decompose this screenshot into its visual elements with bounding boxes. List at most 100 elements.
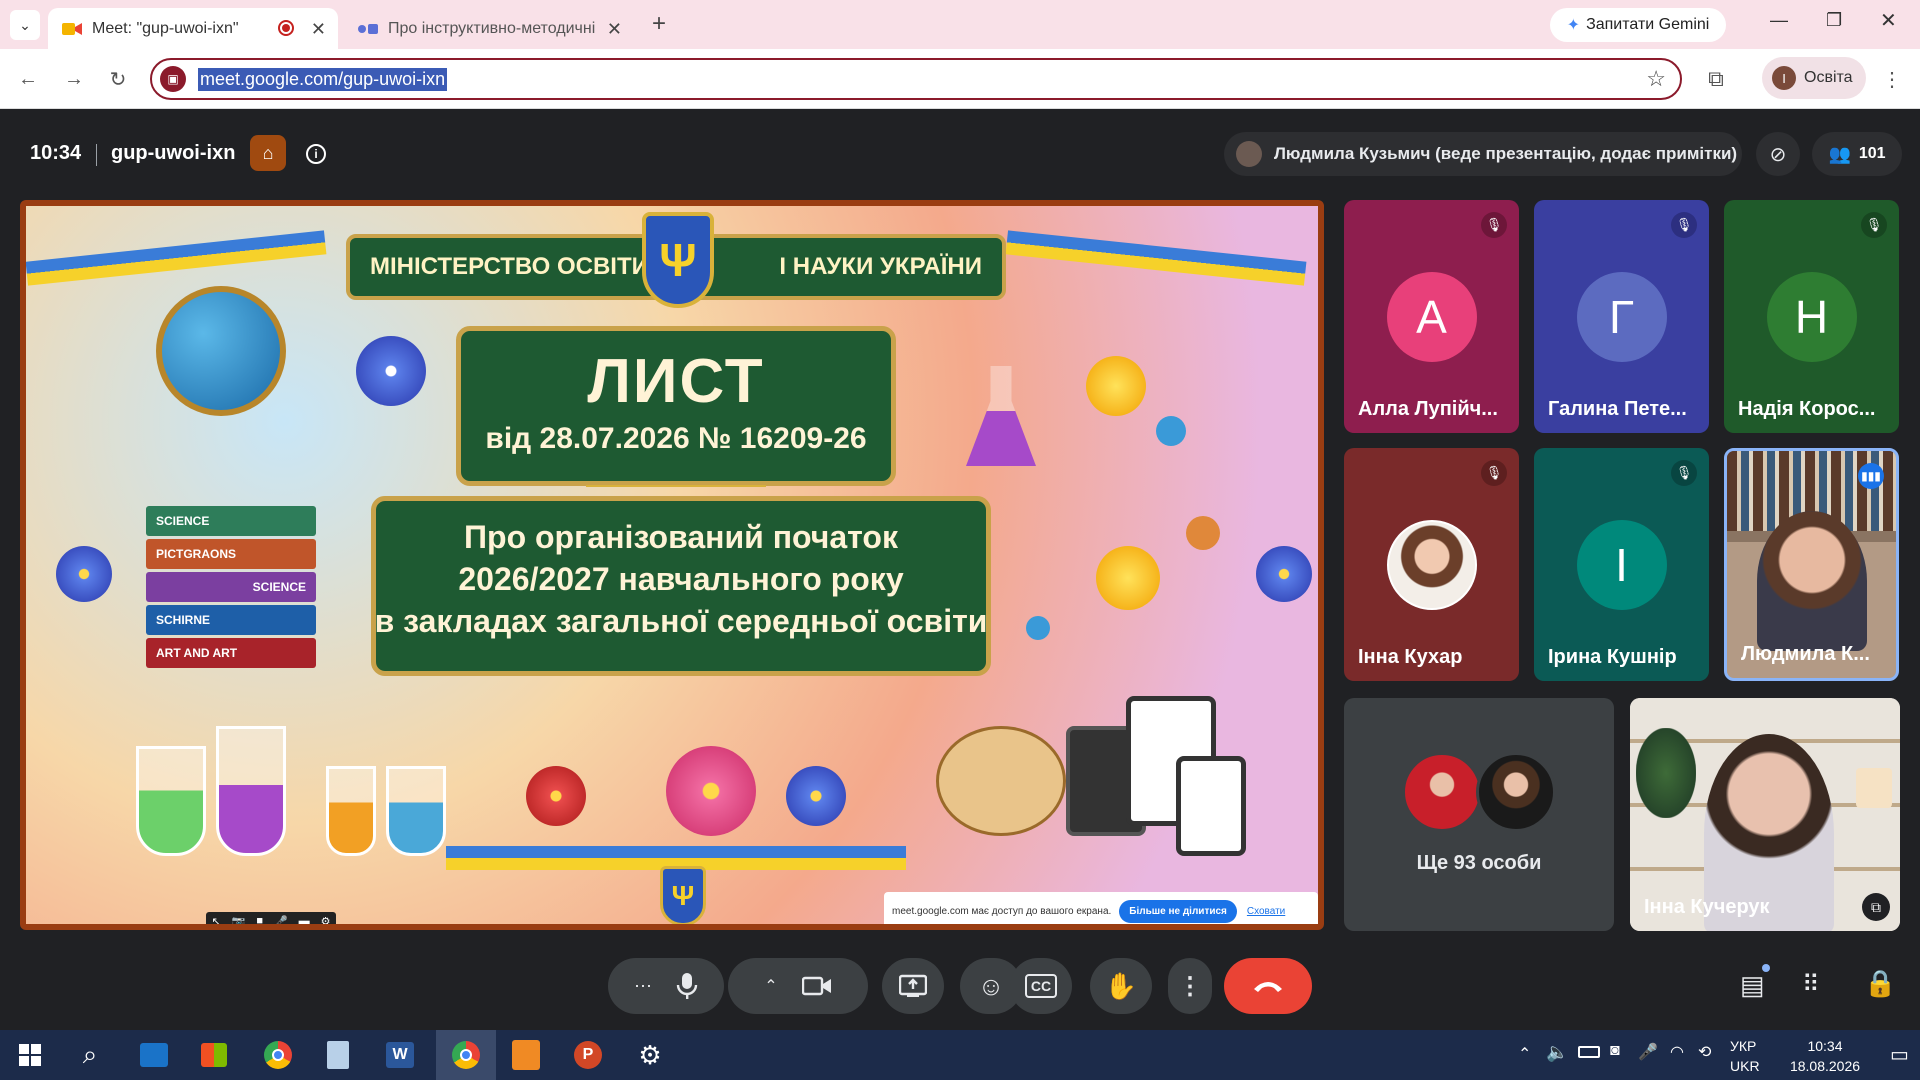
banner-text: meet.google.com має доступ до вашого екр…	[892, 905, 1112, 917]
avatar	[1476, 752, 1556, 832]
notepad-icon[interactable]	[312, 1030, 364, 1080]
tab-meet[interactable]: Meet: "gup-uwoi-ixn" ✕	[48, 8, 338, 49]
camera-icon[interactable]: 📷	[232, 915, 246, 925]
chat-icon[interactable]: ▤	[1740, 970, 1765, 1001]
reload-icon[interactable]: ↻	[104, 65, 132, 93]
stop-presentation-icon[interactable]: ⊘	[1756, 132, 1800, 176]
close-tab-icon[interactable]: ✕	[607, 19, 622, 40]
participant-name: Алла Лупійч...	[1358, 398, 1498, 420]
stop-sharing-button[interactable]: Більше не ділитися	[1119, 899, 1237, 923]
flower-icon	[786, 766, 846, 826]
participant-tile[interactable]: 🎙 А Алла Лупійч...	[1344, 200, 1519, 433]
tab-instructions[interactable]: Про інструктивно-методичні р ✕	[344, 8, 634, 49]
more-options-button[interactable]: ⋮	[1168, 958, 1212, 1014]
avatar: І	[1576, 519, 1667, 610]
outlook-icon[interactable]	[128, 1030, 180, 1080]
presenter-chip[interactable]: Людмила Кузьмич (веде презентацію, додає…	[1224, 132, 1742, 176]
participant-tile[interactable]: 🎙 Г Галина Пете...	[1534, 200, 1709, 433]
site-info-icon[interactable]: ▣	[160, 66, 186, 92]
slide-subtitle: від 28.07.2026 № 16209-26	[485, 422, 867, 455]
avatar: Н	[1766, 271, 1857, 362]
volume-icon[interactable]: 🔈	[1546, 1042, 1568, 1063]
pdf-app-icon[interactable]	[500, 1030, 552, 1080]
activities-icon[interactable]: ⠿	[1802, 970, 1820, 999]
participant-tile[interactable]: 🎙 Інна Кухар	[1344, 448, 1519, 681]
more-participants-tile[interactable]: Ще 93 особи	[1344, 698, 1614, 931]
url-text[interactable]: meet.google.com/gup-uwoi-ixn	[198, 68, 448, 91]
flower-icon	[1256, 546, 1312, 602]
host-controls-lock-icon[interactable]: 🔒	[1864, 968, 1896, 999]
present-screen-button[interactable]	[882, 958, 944, 1014]
search-icon[interactable]: ⌕	[64, 1030, 116, 1080]
bookmark-star-icon[interactable]: ☆	[1646, 66, 1666, 92]
pointer-icon[interactable]: ↖	[211, 915, 220, 925]
browser-tab-bar: ⌄ Meet: "gup-uwoi-ixn" ✕ Про інструктивн…	[0, 0, 1920, 49]
extensions-icon[interactable]: ⧉	[1702, 65, 1730, 93]
recording-icon	[278, 20, 294, 36]
chevron-up-icon[interactable]: ⌃	[764, 976, 777, 996]
close-window-icon[interactable]: ✕	[1880, 8, 1897, 33]
book-label: PICTGRAONS	[146, 539, 316, 569]
mic-icon[interactable]: 🎤	[274, 915, 288, 925]
clock[interactable]: 10:34 18.08.2026	[1770, 1036, 1880, 1076]
forward-icon[interactable]: →	[60, 65, 88, 93]
participant-tile[interactable]: 🎙 Н Надія Корос...	[1724, 200, 1899, 433]
powerpoint-icon[interactable]: P	[562, 1030, 614, 1080]
restore-icon[interactable]: ❐	[1826, 10, 1842, 31]
pip-icon[interactable]: ⧉	[1862, 893, 1890, 921]
minimize-icon[interactable]: —	[1770, 10, 1788, 31]
chrome-icon[interactable]	[252, 1030, 304, 1080]
language-bottom: UKR	[1730, 1058, 1760, 1074]
more-audio-options-icon[interactable]: ⋯	[634, 976, 652, 997]
hide-link[interactable]: Сховати	[1247, 906, 1285, 917]
menu-kebab-icon[interactable]: ⋮	[1878, 65, 1906, 93]
battery-icon[interactable]	[1578, 1046, 1600, 1058]
tab-search-icon[interactable]: ⌄	[10, 10, 40, 40]
hang-up-icon	[1254, 982, 1282, 992]
settings-icon[interactable]: ⚙	[321, 915, 331, 925]
profile-button[interactable]: I Освіта	[1762, 57, 1866, 99]
planet-icon	[1026, 616, 1050, 640]
participant-tile[interactable]: 🎙 І Ірина Кушнір	[1534, 448, 1709, 681]
chrome-active-icon[interactable]	[436, 1030, 496, 1080]
flower-icon	[356, 336, 426, 406]
palette-icon	[936, 726, 1066, 836]
leave-call-button[interactable]	[1224, 958, 1312, 1014]
notifications-icon[interactable]: ▭	[1890, 1042, 1909, 1067]
store-icon[interactable]	[188, 1030, 240, 1080]
video-icon[interactable]: ■	[256, 915, 263, 924]
gemini-button[interactable]: ✦ Запитати Gemini	[1550, 8, 1726, 42]
hand-icon: ✋	[1104, 970, 1138, 1001]
camera-icon[interactable]	[801, 975, 832, 997]
participants-button[interactable]: 👥 101	[1812, 132, 1902, 176]
mic-off-icon: 🎙	[1481, 460, 1507, 486]
mic-tray-icon[interactable]: 🎤	[1638, 1042, 1658, 1062]
new-tab-button[interactable]: +	[652, 10, 666, 38]
back-icon[interactable]: ←	[14, 65, 42, 93]
host-controls-icon[interactable]: ⌂	[250, 135, 286, 171]
language-indicator[interactable]: УКР UKR	[1730, 1036, 1760, 1076]
wifi-icon[interactable]: ◠	[1670, 1042, 1684, 1062]
network-icon[interactable]: ⟲	[1698, 1042, 1711, 1062]
participant-name: Інна Кухар	[1358, 646, 1463, 668]
tray-chevron-icon[interactable]: ⌃	[1518, 1044, 1531, 1064]
folder-icon[interactable]: ▬	[299, 915, 310, 924]
info-icon[interactable]: i	[306, 144, 326, 164]
captions-button[interactable]: CC	[1010, 958, 1072, 1014]
kebab-icon: ⋮	[1178, 972, 1202, 1000]
microphone-icon[interactable]	[676, 972, 698, 1000]
start-button[interactable]	[4, 1030, 56, 1080]
camera-tray-icon[interactable]: ◙	[1610, 1042, 1620, 1060]
close-tab-icon[interactable]: ✕	[311, 19, 326, 40]
globe-icon	[156, 286, 286, 416]
participant-name: Надія Корос...	[1738, 398, 1876, 420]
settings-icon[interactable]: ⚙	[624, 1030, 676, 1080]
participant-tile-video[interactable]: ▮▮▮ Людмила К...	[1724, 448, 1899, 681]
raise-hand-button[interactable]: ✋	[1090, 958, 1152, 1014]
gemini-label: Запитати Gemini	[1586, 16, 1710, 33]
avatar	[1402, 752, 1482, 832]
word-icon[interactable]: W	[374, 1030, 426, 1080]
address-bar[interactable]: ▣ meet.google.com/gup-uwoi-ixn ☆	[150, 58, 1682, 100]
self-view-tile[interactable]: Інна Кучерук ⧉	[1630, 698, 1900, 931]
planet-icon	[1156, 416, 1186, 446]
